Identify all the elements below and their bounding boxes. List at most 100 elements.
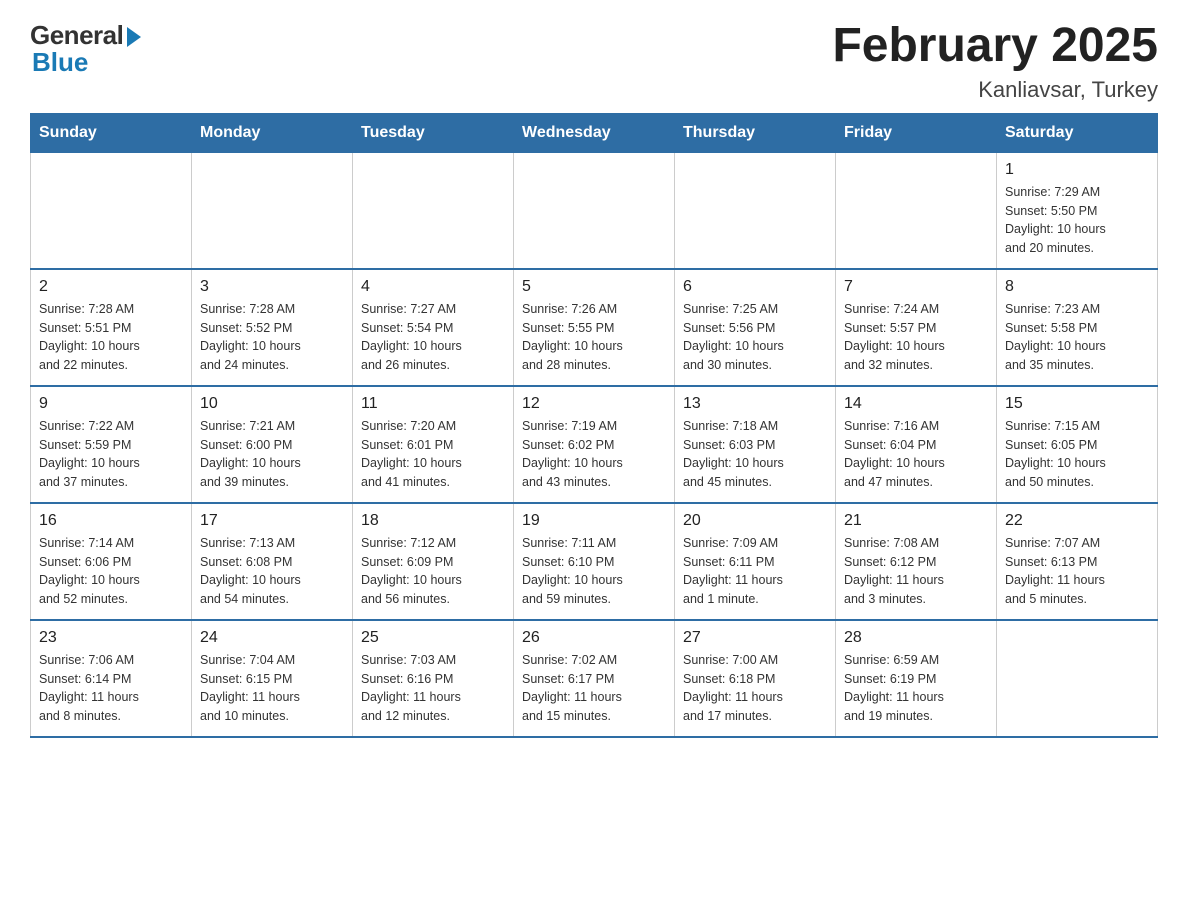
day-number: 1: [1005, 161, 1149, 179]
week-row-5: 23Sunrise: 7:06 AMSunset: 6:14 PMDayligh…: [31, 620, 1158, 737]
logo: General Blue: [30, 20, 141, 78]
calendar-cell: 10 Sunrise: 7:21 AMSunset: 6:00 PMDayligh…: [192, 386, 353, 503]
day-number: 11: [361, 395, 505, 413]
calendar-cell: 14 Sunrise: 7:16 AMSunset: 6:04 PMDayligh…: [836, 386, 997, 503]
calendar-cell: 6 Sunrise: 7:25 AMSunset: 5:56 PMDaylight…: [675, 269, 836, 386]
day-info: Sunrise: 7:20 AMSunset: 6:01 PMDaylight:…: [361, 417, 505, 492]
calendar-cell: 20 Sunrise: 7:09 AMSunset: 6:11 PMDayligh…: [675, 503, 836, 620]
day-number: 20: [683, 512, 827, 530]
calendar-cell: [31, 152, 192, 269]
header: General Blue February 2025 Kanliavsar, T…: [30, 20, 1158, 103]
day-number: 9: [39, 395, 183, 413]
day-number: 7: [844, 278, 988, 296]
day-info: Sunrise: 7:22 AMSunset: 5:59 PMDaylight:…: [39, 417, 183, 492]
logo-arrow-icon: [127, 27, 141, 47]
header-day-friday: Friday: [836, 113, 997, 152]
header-day-tuesday: Tuesday: [353, 113, 514, 152]
week-row-4: 16Sunrise: 7:14 AMSunset: 6:06 PMDayligh…: [31, 503, 1158, 620]
day-info: Sunrise: 7:07 AMSunset: 6:13 PMDaylight:…: [1005, 534, 1149, 609]
day-info: Sunrise: 7:08 AMSunset: 6:12 PMDaylight:…: [844, 534, 988, 609]
calendar-cell: 3 Sunrise: 7:28 AMSunset: 5:52 PMDaylight…: [192, 269, 353, 386]
calendar-cell: 5Sunrise: 7:26 AMSunset: 5:55 PMDaylight…: [514, 269, 675, 386]
day-number: 4: [361, 278, 505, 296]
calendar-cell: 27 Sunrise: 7:00 AMSunset: 6:18 PMDayligh…: [675, 620, 836, 737]
day-info: Sunrise: 7:24 AMSunset: 5:57 PMDaylight:…: [844, 300, 988, 375]
calendar-cell: [353, 152, 514, 269]
day-info: Sunrise: 6:59 AMSunset: 6:19 PMDaylight:…: [844, 651, 988, 726]
day-info: Sunrise: 7:28 AMSunset: 5:52 PMDaylight:…: [200, 300, 344, 375]
calendar-cell: 15 Sunrise: 7:15 AMSunset: 6:05 PMDayligh…: [997, 386, 1158, 503]
calendar-cell: 8 Sunrise: 7:23 AMSunset: 5:58 PMDaylight…: [997, 269, 1158, 386]
calendar-cell: 18 Sunrise: 7:12 AMSunset: 6:09 PMDayligh…: [353, 503, 514, 620]
day-number: 26: [522, 629, 666, 647]
day-info: Sunrise: 7:03 AMSunset: 6:16 PMDaylight:…: [361, 651, 505, 726]
day-info: Sunrise: 7:21 AMSunset: 6:00 PMDaylight:…: [200, 417, 344, 492]
calendar-cell: 26 Sunrise: 7:02 AMSunset: 6:17 PMDayligh…: [514, 620, 675, 737]
day-number: 13: [683, 395, 827, 413]
day-number: 2: [39, 278, 183, 296]
day-number: 15: [1005, 395, 1149, 413]
calendar-cell: 24Sunrise: 7:04 AMSunset: 6:15 PMDayligh…: [192, 620, 353, 737]
calendar-title: February 2025: [832, 20, 1158, 73]
day-number: 12: [522, 395, 666, 413]
calendar-header: SundayMondayTuesdayWednesdayThursdayFrid…: [31, 113, 1158, 152]
calendar-cell: 19 Sunrise: 7:11 AMSunset: 6:10 PMDayligh…: [514, 503, 675, 620]
calendar-cell: 2 Sunrise: 7:28 AMSunset: 5:51 PMDaylight…: [31, 269, 192, 386]
calendar-cell: 21Sunrise: 7:08 AMSunset: 6:12 PMDayligh…: [836, 503, 997, 620]
calendar-cell: 1 Sunrise: 7:29 AMSunset: 5:50 PMDaylight…: [997, 152, 1158, 269]
calendar-cell: [675, 152, 836, 269]
day-info: Sunrise: 7:27 AMSunset: 5:54 PMDaylight:…: [361, 300, 505, 375]
calendar-cell: 4 Sunrise: 7:27 AMSunset: 5:54 PMDaylight…: [353, 269, 514, 386]
day-number: 23: [39, 629, 183, 647]
day-info: Sunrise: 7:29 AMSunset: 5:50 PMDaylight:…: [1005, 183, 1149, 258]
calendar-cell: 7 Sunrise: 7:24 AMSunset: 5:57 PMDaylight…: [836, 269, 997, 386]
day-number: 8: [1005, 278, 1149, 296]
day-info: Sunrise: 7:15 AMSunset: 6:05 PMDaylight:…: [1005, 417, 1149, 492]
day-number: 16: [39, 512, 183, 530]
day-number: 19: [522, 512, 666, 530]
day-info: Sunrise: 7:11 AMSunset: 6:10 PMDaylight:…: [522, 534, 666, 609]
day-info: Sunrise: 7:00 AMSunset: 6:18 PMDaylight:…: [683, 651, 827, 726]
calendar-cell: 28 Sunrise: 6:59 AMSunset: 6:19 PMDayligh…: [836, 620, 997, 737]
day-number: 18: [361, 512, 505, 530]
calendar-cell: 11 Sunrise: 7:20 AMSunset: 6:01 PMDayligh…: [353, 386, 514, 503]
day-info: Sunrise: 7:02 AMSunset: 6:17 PMDaylight:…: [522, 651, 666, 726]
day-info: Sunrise: 7:23 AMSunset: 5:58 PMDaylight:…: [1005, 300, 1149, 375]
calendar-cell: [997, 620, 1158, 737]
day-info: Sunrise: 7:16 AMSunset: 6:04 PMDaylight:…: [844, 417, 988, 492]
header-row: SundayMondayTuesdayWednesdayThursdayFrid…: [31, 113, 1158, 152]
title-block: February 2025 Kanliavsar, Turkey: [832, 20, 1158, 103]
calendar-cell: 13 Sunrise: 7:18 AMSunset: 6:03 PMDayligh…: [675, 386, 836, 503]
day-number: 28: [844, 629, 988, 647]
calendar-cell: [836, 152, 997, 269]
calendar-cell: 22Sunrise: 7:07 AMSunset: 6:13 PMDayligh…: [997, 503, 1158, 620]
calendar-cell: [192, 152, 353, 269]
day-number: 25: [361, 629, 505, 647]
logo-blue-text: Blue: [32, 47, 88, 78]
header-day-wednesday: Wednesday: [514, 113, 675, 152]
header-day-sunday: Sunday: [31, 113, 192, 152]
day-info: Sunrise: 7:18 AMSunset: 6:03 PMDaylight:…: [683, 417, 827, 492]
day-number: 14: [844, 395, 988, 413]
day-info: Sunrise: 7:25 AMSunset: 5:56 PMDaylight:…: [683, 300, 827, 375]
calendar-table: SundayMondayTuesdayWednesdayThursdayFrid…: [30, 113, 1158, 738]
day-number: 5: [522, 278, 666, 296]
calendar-cell: [514, 152, 675, 269]
day-info: Sunrise: 7:09 AMSunset: 6:11 PMDaylight:…: [683, 534, 827, 609]
day-number: 10: [200, 395, 344, 413]
day-info: Sunrise: 7:28 AMSunset: 5:51 PMDaylight:…: [39, 300, 183, 375]
day-number: 27: [683, 629, 827, 647]
day-info: Sunrise: 7:04 AMSunset: 6:15 PMDaylight:…: [200, 651, 344, 726]
calendar-cell: 12 Sunrise: 7:19 AMSunset: 6:02 PMDayligh…: [514, 386, 675, 503]
week-row-2: 2 Sunrise: 7:28 AMSunset: 5:51 PMDaylight…: [31, 269, 1158, 386]
calendar-cell: 16Sunrise: 7:14 AMSunset: 6:06 PMDayligh…: [31, 503, 192, 620]
calendar-cell: 23Sunrise: 7:06 AMSunset: 6:14 PMDayligh…: [31, 620, 192, 737]
day-info: Sunrise: 7:19 AMSunset: 6:02 PMDaylight:…: [522, 417, 666, 492]
calendar-subtitle: Kanliavsar, Turkey: [832, 77, 1158, 103]
header-day-saturday: Saturday: [997, 113, 1158, 152]
week-row-1: 1 Sunrise: 7:29 AMSunset: 5:50 PMDaylight…: [31, 152, 1158, 269]
day-info: Sunrise: 7:13 AMSunset: 6:08 PMDaylight:…: [200, 534, 344, 609]
day-number: 6: [683, 278, 827, 296]
day-info: Sunrise: 7:12 AMSunset: 6:09 PMDaylight:…: [361, 534, 505, 609]
day-number: 3: [200, 278, 344, 296]
